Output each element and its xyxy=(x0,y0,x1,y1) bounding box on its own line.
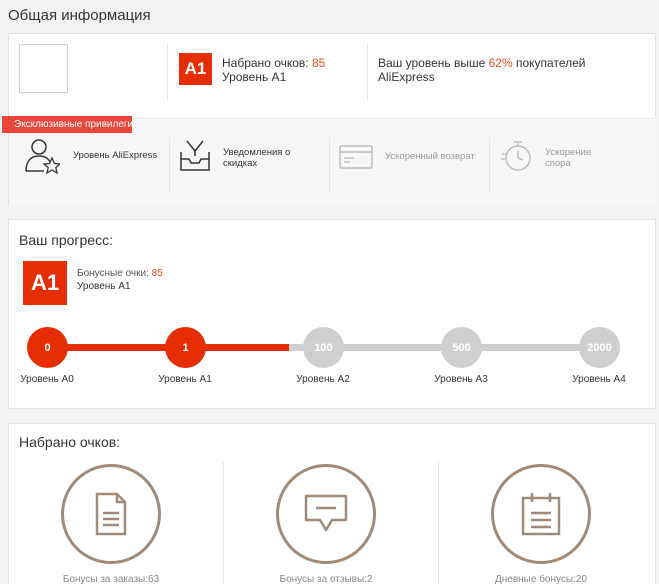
reviews-bonus-circle xyxy=(276,464,376,564)
general-info-card: A1 Набрано очков: 85 Уровень A1 Ваш уров… xyxy=(2,33,657,207)
privilege-label: Ускорение спора xyxy=(545,147,592,169)
points-value: 85 xyxy=(311,56,326,70)
level-node: 1 xyxy=(165,327,206,368)
document-icon xyxy=(95,492,127,536)
rank-percent: 62% xyxy=(488,56,513,70)
points-summary: Набрано очков: 85 xyxy=(222,56,325,70)
rank-line2: AliExpress xyxy=(378,70,435,84)
privileges-ribbon: Эксклюзивные привилегии xyxy=(2,116,132,133)
points-title: Набрано очков: xyxy=(19,434,121,450)
rank-prefix: Ваш уровень выше xyxy=(378,56,486,70)
level-node-label: Уровень A0 xyxy=(20,374,74,385)
bonus-label: Бонусные очки: xyxy=(77,268,149,279)
divider xyxy=(169,138,170,194)
level-node: 0 xyxy=(27,327,68,368)
divider xyxy=(489,138,490,194)
page-title: Общая информация xyxy=(8,7,151,24)
privilege-item[interactable]: Ускорение спора xyxy=(500,138,650,194)
calendar-icon xyxy=(521,493,561,536)
daily-bonus-caption: Дневные бонусы:20 xyxy=(494,574,587,584)
level-node: 100 xyxy=(303,327,344,368)
divider xyxy=(329,138,330,194)
rank-text: Ваш уровень выше 62% покупателей xyxy=(378,56,585,70)
privilege-label: Уровень AliExpress xyxy=(73,150,158,161)
progress-card: Ваш прогресс: A1 Бонусные очки: 85 Урове… xyxy=(8,219,656,409)
envelope-tray-icon xyxy=(180,140,210,171)
rank-suffix: покупателей xyxy=(516,56,586,70)
privilege-label: Уведомления о скидках xyxy=(223,147,291,169)
level-node: 500 xyxy=(441,327,482,368)
speech-bubble-icon xyxy=(304,494,348,532)
orders-bonus-circle xyxy=(61,464,161,564)
level-badge: A1 xyxy=(179,53,212,85)
level-node-label: Уровень A2 xyxy=(296,374,350,385)
points-card: Набрано очков: Бонусы за заказы:63 Бонус… xyxy=(8,423,656,584)
level-node-label: Уровень A1 xyxy=(158,374,212,385)
privilege-item[interactable]: Уровень AliExpress xyxy=(24,138,169,194)
privilege-item[interactable]: Уведомления о скидках xyxy=(177,138,327,194)
reviews-bonus-caption: Бонусы за отзывы:2 xyxy=(279,574,373,584)
bonus-points-line: Бонусные очки: 85 xyxy=(77,268,163,279)
bonus-value: 85 xyxy=(151,268,163,279)
divider xyxy=(223,462,224,584)
points-label: Набрано очков: xyxy=(222,56,309,70)
progress-title: Ваш прогресс: xyxy=(19,232,113,248)
privilege-item[interactable]: Ускоренный возврат xyxy=(338,138,488,194)
wallet-icon xyxy=(339,145,373,169)
level-node-label: Уровень A4 xyxy=(572,374,626,385)
divider xyxy=(167,44,168,100)
avatar[interactable] xyxy=(19,44,68,93)
level-badge: A1 xyxy=(23,261,67,305)
privilege-label: Ускоренный возврат xyxy=(385,151,475,162)
level-text: Уровень A1 xyxy=(222,70,287,84)
divider xyxy=(367,44,368,100)
level-node-label: Уровень A3 xyxy=(434,374,488,385)
divider xyxy=(438,462,439,584)
user-star-icon xyxy=(25,139,60,174)
stopwatch-icon xyxy=(501,141,531,171)
orders-bonus-caption: Бонусы за заказы:63 xyxy=(62,574,160,584)
level-node: 2000 xyxy=(579,327,620,368)
daily-bonus-circle xyxy=(491,464,591,564)
progress-level-text: Уровень A1 xyxy=(77,281,131,292)
